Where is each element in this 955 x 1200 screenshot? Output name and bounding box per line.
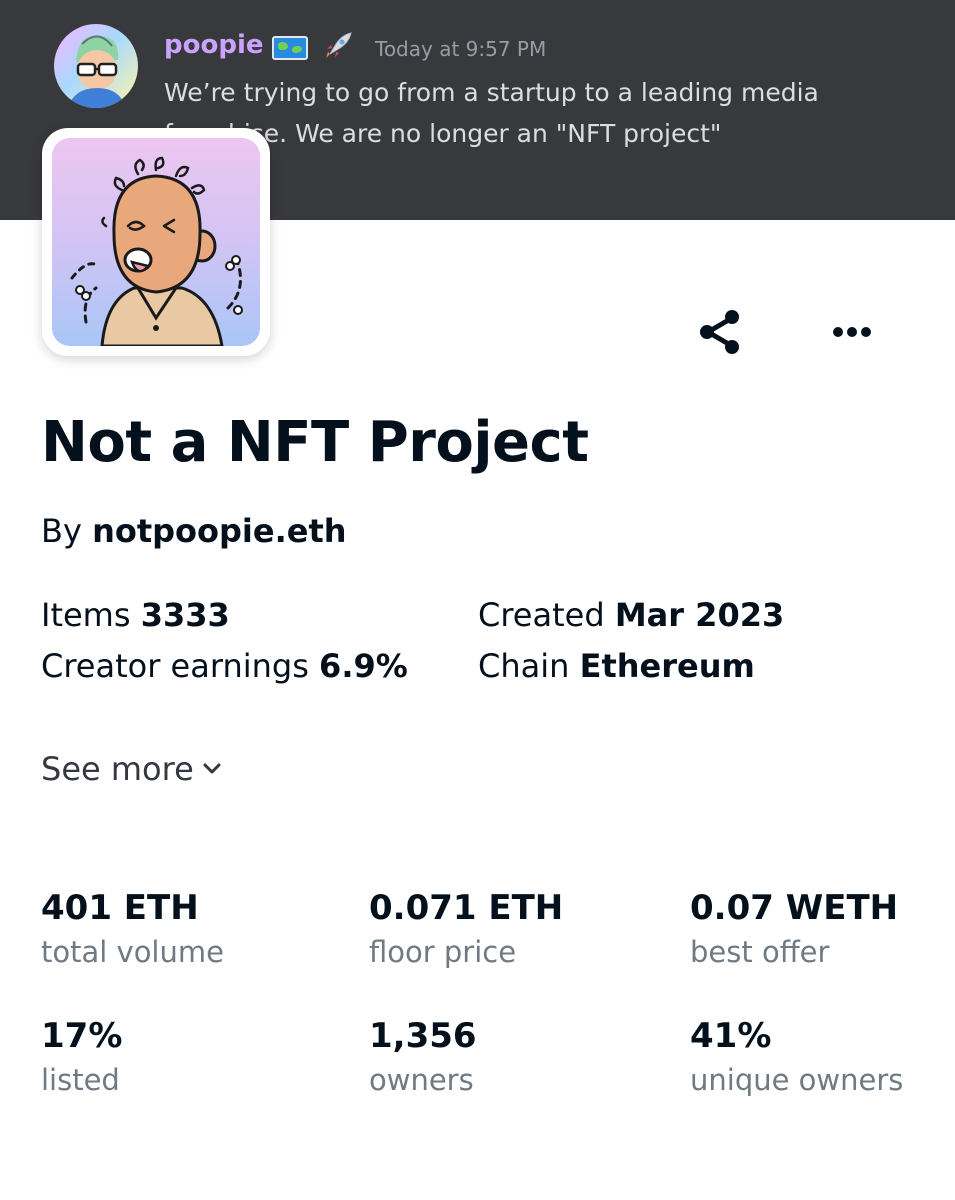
stat-value: 1,356 xyxy=(369,1016,477,1056)
creator-link[interactable]: notpoopie.eth xyxy=(92,512,346,550)
discord-message-text: We’re trying to go from a startup to a l… xyxy=(164,78,819,148)
cartoon-character-illustration xyxy=(70,156,243,346)
items-detail: Items 3333 xyxy=(41,596,230,634)
creator-byline: By notpoopie.eth xyxy=(41,512,347,550)
stat-value: 41% xyxy=(690,1016,772,1056)
stat-label: total volume xyxy=(41,935,224,969)
chain-value: Ethereum xyxy=(579,647,755,685)
avatar-illustration xyxy=(68,35,126,108)
chevron-down-icon xyxy=(203,763,221,774)
stat-total-volume[interactable]: 401 ETH total volume xyxy=(41,888,224,972)
creator-earnings-detail: Creator earnings 6.9% xyxy=(41,647,408,685)
discord-user-avatar[interactable] xyxy=(54,24,138,108)
stat-value: 401 ETH xyxy=(41,888,199,928)
created-value: Mar 2023 xyxy=(614,596,785,634)
items-label: Items xyxy=(41,596,131,634)
stat-label: unique owners xyxy=(690,1063,904,1097)
collection-title: Not a NFT Project xyxy=(41,410,589,475)
chain-label: Chain xyxy=(478,647,570,685)
stat-label: owners xyxy=(369,1063,474,1097)
created-label: Created xyxy=(478,596,605,634)
stat-best-offer[interactable]: 0.07 WETH best offer xyxy=(690,888,898,972)
creator-earnings-value: 6.9% xyxy=(319,647,408,685)
stat-floor-price[interactable]: 0.071 ETH floor price xyxy=(369,888,563,972)
creator-earnings-label: Creator earnings xyxy=(41,647,309,685)
stat-label: listed xyxy=(41,1063,120,1097)
share-icon[interactable] xyxy=(697,308,743,356)
items-value: 3333 xyxy=(140,596,230,634)
message-timestamp: Today at 9:57 PM xyxy=(375,37,547,61)
collection-avatar[interactable] xyxy=(42,128,270,356)
stat-value: 0.07 WETH xyxy=(690,888,899,928)
discord-username[interactable]: poopie xyxy=(164,30,264,60)
collection-avatar-image xyxy=(52,138,260,346)
stat-label: floor price xyxy=(369,935,517,969)
chain-detail: Chain Ethereum xyxy=(478,647,755,685)
more-icon[interactable] xyxy=(826,314,878,350)
stat-value: 0.071 ETH xyxy=(369,888,564,928)
rocket-icon xyxy=(326,32,352,58)
stat-value: 17% xyxy=(41,1016,123,1056)
created-detail: Created Mar 2023 xyxy=(478,596,784,634)
see-more-label: See more xyxy=(41,750,194,788)
world-map-icon xyxy=(272,36,308,60)
stat-unique-owners[interactable]: 41% unique owners xyxy=(690,1016,903,1100)
see-more-button[interactable]: See more xyxy=(41,750,222,788)
by-label: By xyxy=(41,512,82,550)
stat-owners[interactable]: 1,356 owners xyxy=(369,1016,477,1100)
stat-label: best offer xyxy=(690,935,830,969)
stat-listed[interactable]: 17% listed xyxy=(41,1016,122,1100)
